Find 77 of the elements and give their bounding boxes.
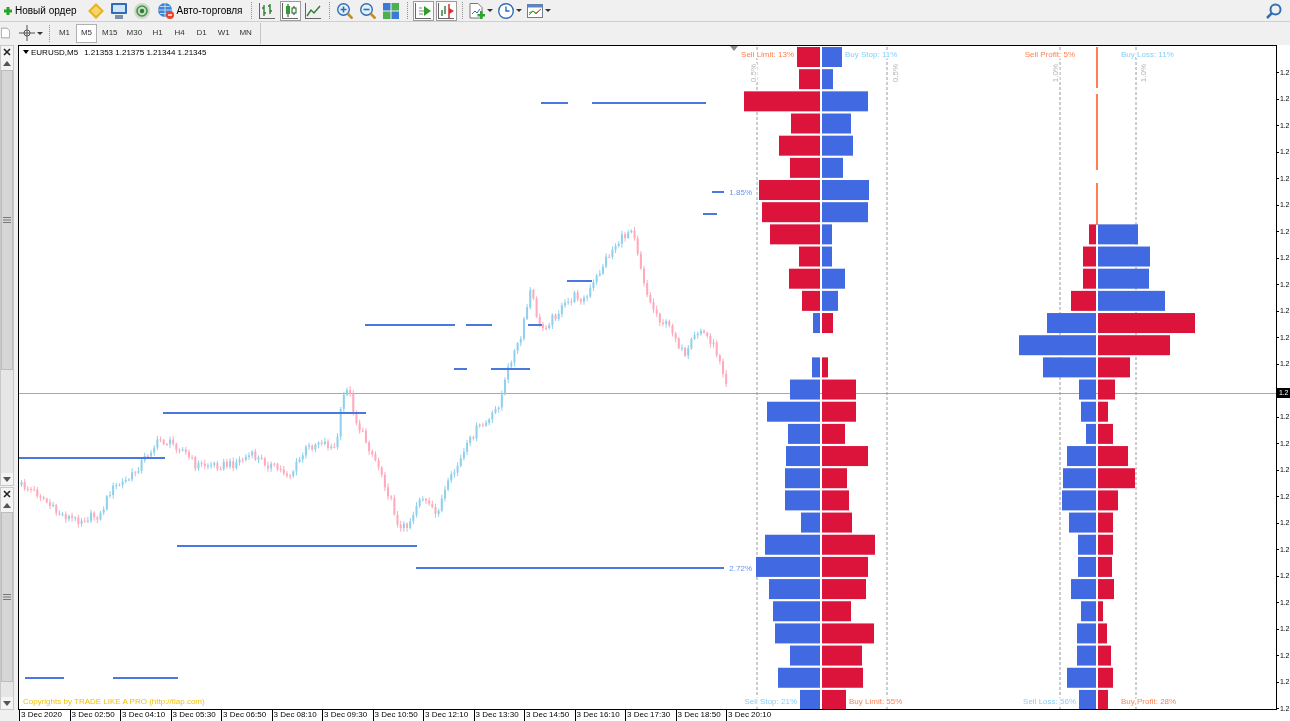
ohlc-bars-icon bbox=[259, 2, 276, 19]
ohlc-values: 1.21353 1.21375 1.21344 1.21345 bbox=[84, 47, 207, 57]
timeframe-button[interactable]: M1 bbox=[54, 23, 75, 43]
timeframe-button[interactable]: M30 bbox=[122, 23, 147, 43]
copyright-text: Copyrights by TRADE LIKE A PRO (http://tlap.com) bbox=[23, 697, 205, 706]
time-label: 3 Dec 20:10 bbox=[726, 710, 777, 721]
indicators-dropdown[interactable] bbox=[467, 0, 495, 21]
grid-icon bbox=[383, 2, 400, 19]
chart-shift-button[interactable] bbox=[435, 0, 457, 21]
timeframe-button[interactable]: H4 bbox=[169, 23, 191, 43]
caret-icon bbox=[36, 31, 43, 35]
triangle-marker-icon[interactable] bbox=[730, 46, 738, 51]
grip-icon bbox=[3, 217, 11, 223]
caret-icon[interactable] bbox=[23, 50, 29, 54]
periods-dropdown[interactable] bbox=[496, 0, 524, 21]
caret-icon bbox=[516, 9, 523, 12]
cursor-tools-dropdown[interactable] bbox=[17, 23, 44, 43]
candlestick-icon bbox=[282, 2, 299, 19]
time-label: 3 Dec 06:50 bbox=[221, 710, 272, 721]
scroll-up-icon[interactable] bbox=[3, 61, 11, 66]
clock-icon bbox=[498, 2, 515, 19]
chart-type-button[interactable] bbox=[256, 0, 278, 21]
scrollbar-thumb[interactable] bbox=[1, 70, 13, 370]
scroll-down-icon[interactable] bbox=[3, 701, 11, 706]
time-label: 3 Dec 08:10 bbox=[271, 710, 322, 721]
scroll-down-icon[interactable] bbox=[3, 477, 11, 482]
time-label: 3 Dec 18:50 bbox=[675, 710, 726, 721]
timeframe-button[interactable]: M5 bbox=[76, 23, 97, 43]
timeframe-button[interactable]: H1 bbox=[147, 23, 169, 43]
caret-icon bbox=[545, 9, 552, 12]
axis-marker-icon bbox=[438, 2, 455, 19]
close-icon[interactable] bbox=[3, 48, 11, 56]
percent-guide-label: 0.5% bbox=[891, 63, 900, 83]
signal-icon bbox=[134, 2, 150, 19]
signals-button[interactable] bbox=[131, 0, 153, 21]
timeframe-button[interactable]: M15 bbox=[98, 23, 122, 43]
time-label: 3 Dec 2020 bbox=[19, 710, 70, 721]
globe-icon bbox=[157, 2, 174, 19]
zoom-in-icon bbox=[337, 2, 354, 19]
zoom-out-button[interactable] bbox=[357, 0, 379, 21]
zoom-out-icon bbox=[360, 2, 377, 19]
close-icon[interactable] bbox=[3, 490, 11, 498]
search-icon bbox=[1265, 2, 1282, 19]
time-label: 3 Dec 09:30 bbox=[322, 710, 373, 721]
grip-icon bbox=[3, 594, 11, 600]
timeframe-button[interactable]: W1 bbox=[213, 23, 235, 43]
add-document-icon bbox=[469, 2, 486, 19]
scroll-up-icon[interactable] bbox=[3, 503, 11, 508]
caret-icon bbox=[487, 9, 494, 12]
time-label: 3 Dec 14:50 bbox=[524, 710, 575, 721]
timeframe-button[interactable]: MN bbox=[235, 23, 257, 43]
chart-type-button[interactable] bbox=[279, 0, 301, 21]
chart-type-button[interactable] bbox=[302, 0, 324, 21]
time-label: 3 Dec 13:30 bbox=[473, 710, 524, 721]
diamond-icon bbox=[88, 2, 104, 19]
plus-icon bbox=[4, 6, 12, 15]
scrollbar[interactable] bbox=[1, 70, 13, 473]
time-label: 3 Dec 04:10 bbox=[120, 710, 171, 721]
time-label: 3 Dec 05:30 bbox=[170, 710, 221, 721]
time-label: 3 Dec 02:50 bbox=[69, 710, 120, 721]
zoom-in-button[interactable] bbox=[334, 0, 356, 21]
symbol-label: EURUSD,M5 bbox=[31, 47, 79, 57]
crosshair-icon bbox=[18, 25, 35, 41]
tile-windows-button[interactable] bbox=[380, 0, 402, 21]
time-label: 3 Dec 17:30 bbox=[625, 710, 676, 721]
time-label: 3 Dec 12:10 bbox=[423, 710, 474, 721]
new-order-button[interactable]: Новый ордер bbox=[0, 0, 81, 21]
monitor-icon bbox=[111, 2, 127, 19]
axis-arrow-icon bbox=[415, 2, 432, 19]
terminal-button[interactable] bbox=[108, 0, 130, 21]
autoscroll-button[interactable] bbox=[412, 0, 434, 21]
time-label: 3 Dec 10:50 bbox=[372, 710, 423, 721]
auto-trading-button[interactable]: Авто-торговля bbox=[153, 0, 247, 21]
timeframe-button[interactable]: D1 bbox=[191, 23, 213, 43]
time-label: 3 Dec 16:10 bbox=[574, 710, 625, 721]
chart-window-icon bbox=[527, 2, 544, 19]
line-chart-icon bbox=[305, 2, 322, 19]
